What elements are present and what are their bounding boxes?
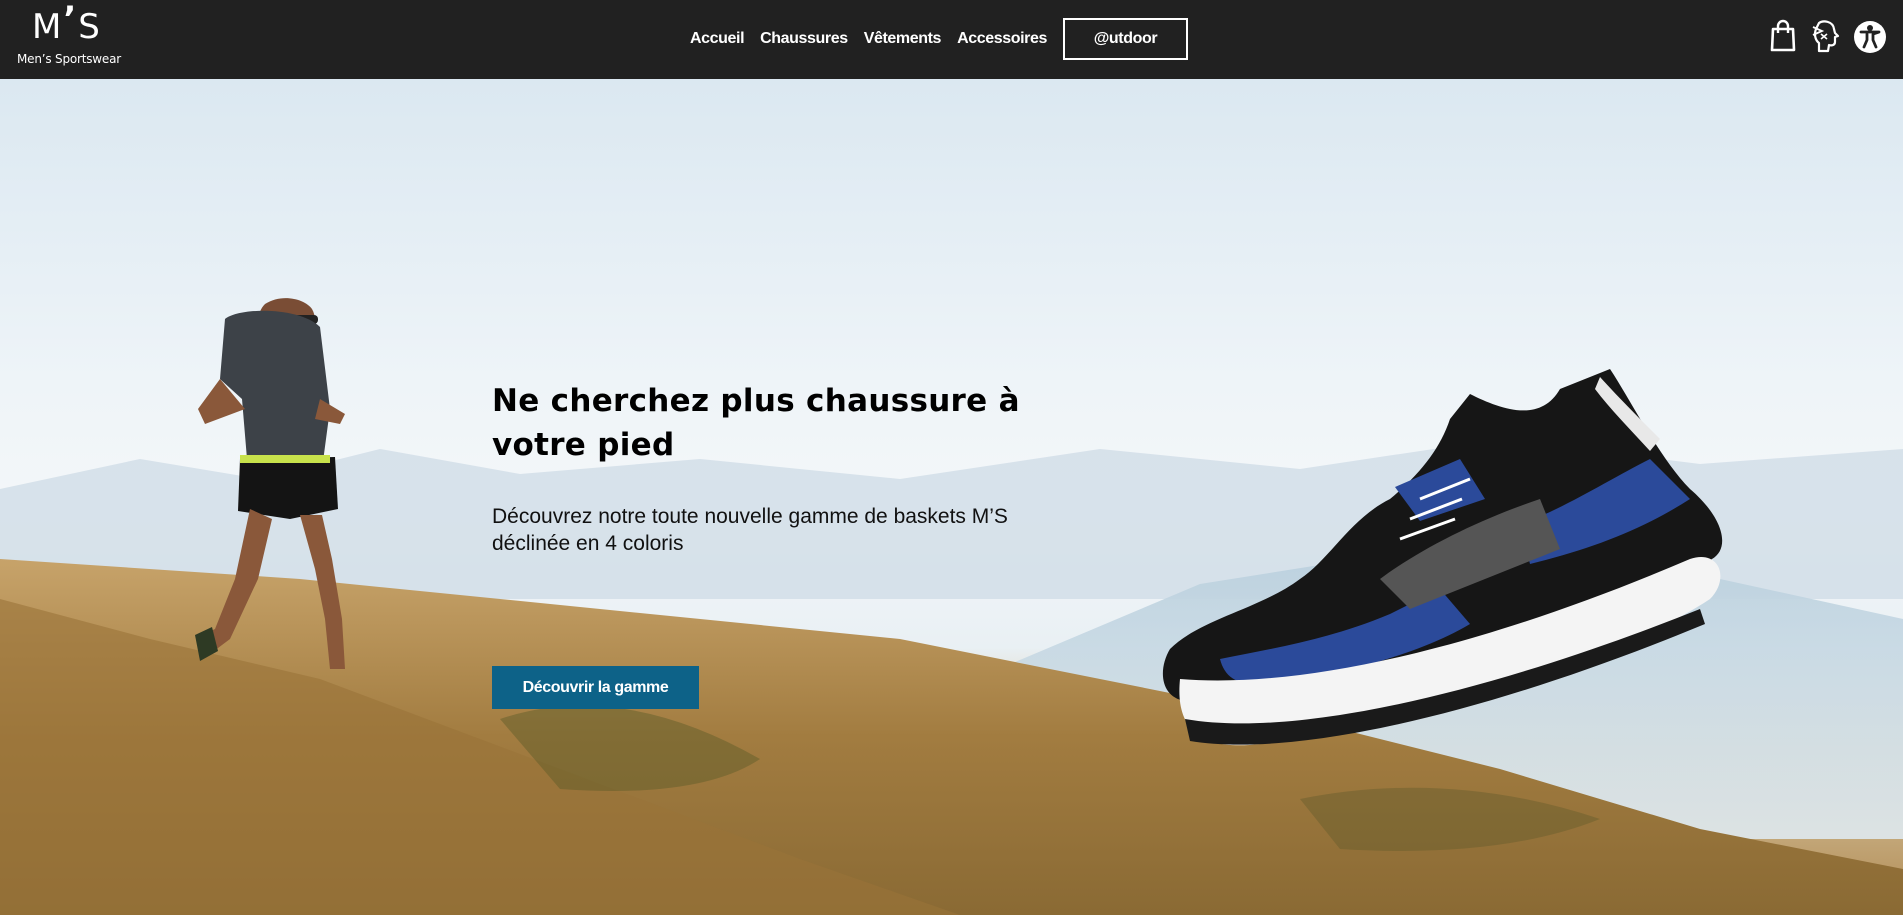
- shopping-bag-icon[interactable]: [1768, 18, 1798, 54]
- top-nav-bar: M’S Men’s Sportswear Accueil Chaussures …: [0, 0, 1903, 79]
- accessibility-icon[interactable]: [1853, 18, 1887, 54]
- hero-subtext: Découvrez notre toute nouvelle gamme de …: [492, 505, 1008, 555]
- logo-mark: M’S: [32, 0, 101, 47]
- hero-headline: Ne cherchez plus chaussure à votre pied: [492, 383, 1020, 463]
- hero-banner: Ne cherchez plus chaussure à votre pied …: [0, 79, 1903, 915]
- nav-item-vetements[interactable]: Vêtements: [864, 30, 942, 48]
- discover-range-button[interactable]: Découvrir la gamme: [492, 666, 699, 709]
- nav-item-outdoor[interactable]: @utdoor: [1062, 18, 1188, 60]
- brand-logo[interactable]: M’S Men’s Sportswear: [16, 0, 126, 71]
- nav-item-accueil[interactable]: Accueil: [690, 30, 745, 48]
- hero-content: Ne cherchez plus chaussure à votre pied …: [492, 379, 1092, 709]
- nav-item-accessoires[interactable]: Accessoires: [957, 30, 1047, 48]
- logo-tagline: Men’s Sportswear: [17, 52, 121, 66]
- main-menu: Accueil Chaussures Vêtements Accessoires…: [690, 16, 1188, 62]
- profile-icon[interactable]: [1810, 18, 1840, 54]
- nav-item-chaussures[interactable]: Chaussures: [760, 30, 848, 48]
